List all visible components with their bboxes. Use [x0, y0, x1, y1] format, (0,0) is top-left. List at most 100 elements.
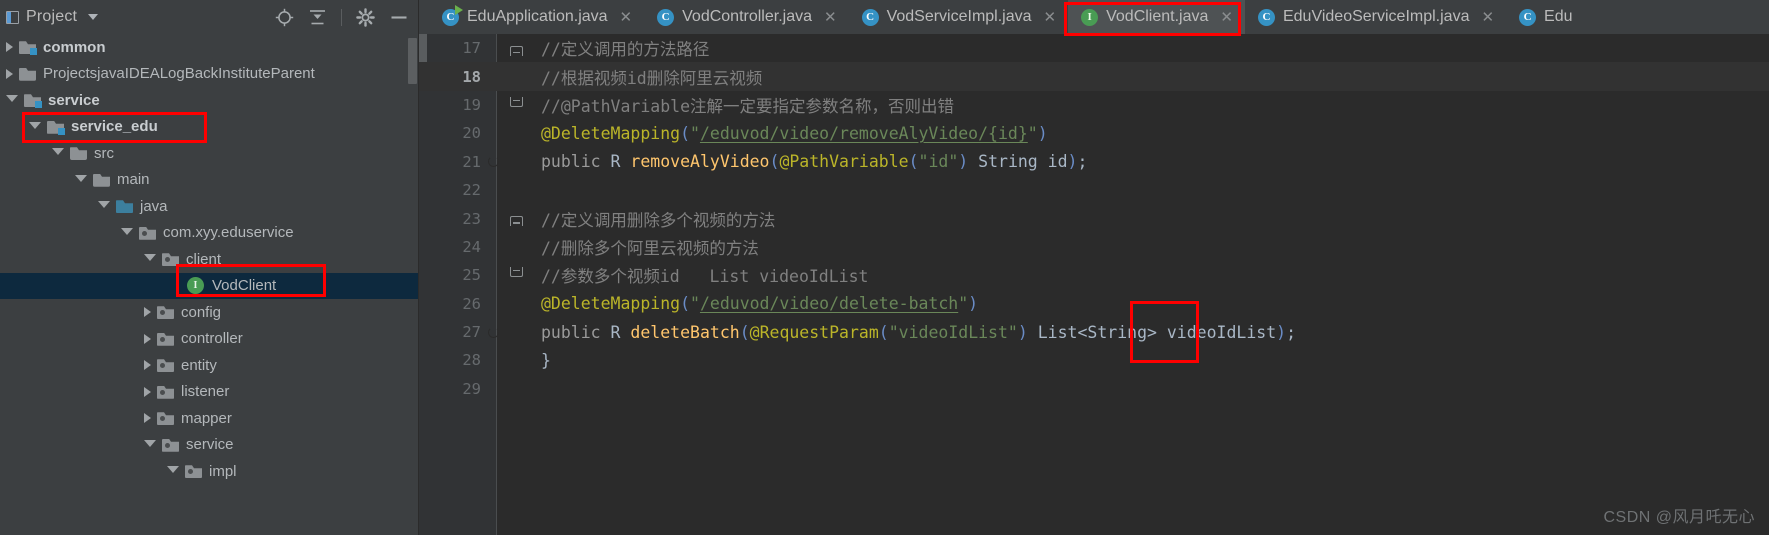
tab-edu[interactable]: C Edu — [1506, 0, 1584, 34]
project-title-group[interactable]: Project — [0, 8, 99, 26]
tree-node-impl[interactable]: impl — [0, 458, 419, 485]
chevron-down-icon[interactable] — [88, 14, 99, 20]
code-line[interactable]: 26 @DeleteMapping("/eduvod/video/delete-b… — [419, 290, 1769, 318]
package-icon — [157, 385, 174, 399]
folder-icon — [19, 67, 36, 81]
source-root-folder-icon — [116, 199, 133, 213]
code-line[interactable]: 17 //定义调用的方法路径 — [419, 34, 1769, 62]
chevron-down-icon[interactable] — [52, 148, 64, 160]
chevron-right-icon[interactable] — [6, 68, 13, 79]
tab-vodcontroller-java[interactable]: C VodController.java ✕ — [644, 0, 848, 34]
tree-node-listener[interactable]: listener — [0, 379, 419, 406]
close-icon[interactable]: ✕ — [1481, 8, 1494, 26]
tab-eduapplication-java[interactable]: C EduApplication.java ✕ — [429, 0, 644, 34]
editor-tab-bar[interactable]: C EduApplication.java ✕ C VodController.java… — [419, 0, 1769, 34]
chevron-right-icon[interactable] — [144, 360, 151, 371]
chevron-down-icon[interactable] — [144, 439, 156, 452]
tree-node-label: controller — [181, 330, 243, 348]
tree-node-service[interactable]: service — [0, 87, 419, 114]
implemented-method-icon[interactable] — [485, 324, 502, 341]
line-number: 29 — [462, 379, 481, 398]
line-number: 24 — [462, 237, 481, 256]
tree-node-vodclient[interactable]: I VodClient — [0, 272, 419, 299]
locate-icon[interactable] — [275, 8, 294, 27]
code-line[interactable]: 27 public R deleteBatch(@RequestParam("vi… — [419, 318, 1769, 346]
close-icon[interactable]: ✕ — [620, 8, 633, 26]
runnable-class-icon: C — [442, 4, 463, 26]
code-editor[interactable]: 17 //定义调用的方法路径 18 //根据视频id删除阿里云视频 19 //@PathV… — [419, 34, 1769, 535]
tab-vodserviceimpl-java[interactable]: C VodServiceImpl.java ✕ — [849, 0, 1069, 34]
code-line[interactable]: 25 //参数多个视频id List videoIdList — [419, 261, 1769, 289]
line-number: 18 — [462, 67, 481, 86]
project-tree-scrollbar[interactable] — [408, 38, 417, 84]
tree-node-service[interactable]: service — [0, 432, 419, 459]
code-line[interactable]: 24 //删除多个阿里云视频的方法 — [419, 233, 1769, 261]
tree-node-mapper[interactable]: mapper — [0, 405, 419, 432]
code-line[interactable]: 21 public R removeAlyVideo(@PathVariable(… — [419, 148, 1769, 176]
module-folder-icon — [47, 120, 65, 135]
chevron-right-icon[interactable] — [6, 42, 13, 53]
tree-node-service-edu[interactable]: service_edu — [0, 114, 419, 141]
close-icon[interactable]: ✕ — [1220, 8, 1233, 26]
tree-node-main[interactable]: main — [0, 167, 419, 194]
project-title-label: Project — [26, 8, 78, 25]
code-text: @DeleteMapping("/eduvod/video/delete-bat… — [541, 294, 979, 314]
tree-node-label: common — [43, 38, 106, 56]
tree-node-label: client — [186, 250, 222, 268]
code-line[interactable]: 18 //根据视频id删除阿里云视频 — [419, 62, 1769, 91]
chevron-down-icon[interactable] — [121, 227, 133, 240]
code-text: //根据视频id删除阿里云视频 — [541, 68, 763, 88]
code-fold-marker[interactable] — [510, 96, 523, 107]
minimize-icon[interactable] — [389, 8, 409, 27]
idea-window: Project common ProjectsjavaIDEALogBackIn… — [0, 0, 1769, 535]
code-line[interactable]: 22 — [419, 176, 1769, 204]
tree-node-config[interactable]: config — [0, 299, 419, 326]
project-tree[interactable]: common ProjectsjavaIDEALogBackInstitutePa… — [0, 34, 419, 535]
code-lines[interactable]: 17 //定义调用的方法路径 18 //根据视频id删除阿里云视频 19 //@PathV… — [419, 34, 1769, 403]
tree-node-entity[interactable]: entity — [0, 352, 419, 379]
code-line[interactable]: 29 — [419, 375, 1769, 403]
tab-label: EduVideoServiceImpl.java — [1282, 8, 1470, 25]
code-line[interactable]: 28} — [419, 346, 1769, 374]
close-icon[interactable]: ✕ — [1044, 8, 1057, 26]
chevron-down-icon[interactable] — [6, 95, 18, 107]
package-icon — [157, 411, 174, 425]
code-text: @DeleteMapping("/eduvod/video/removeAlyV… — [541, 123, 1048, 143]
collapse-all-icon[interactable] — [308, 8, 327, 27]
tree-node-client[interactable]: client — [0, 246, 419, 273]
code-fold-marker[interactable] — [510, 216, 523, 227]
chevron-down-icon[interactable] — [29, 121, 41, 134]
code-line[interactable]: 19 //@PathVariable注解一定要指定参数名称，否则出错 — [419, 91, 1769, 119]
code-fold-marker[interactable] — [510, 46, 523, 56]
tree-node-com-xyy-eduservice[interactable]: com.xyy.eduservice — [0, 220, 419, 247]
chevron-right-icon[interactable] — [144, 386, 151, 397]
gear-icon[interactable] — [356, 7, 375, 27]
chevron-down-icon[interactable] — [75, 174, 87, 187]
tree-node-controller[interactable]: controller — [0, 326, 419, 353]
chevron-down-icon[interactable] — [167, 466, 179, 478]
tree-node-label: src — [94, 144, 114, 162]
chevron-down-icon[interactable] — [98, 201, 110, 213]
code-text: //定义调用的方法路径 — [541, 40, 710, 60]
csdn-watermark: CSDN @风月吒无心 — [1603, 509, 1755, 526]
tree-node-label: service_edu — [71, 118, 158, 136]
tree-node-projectsjavaidealogbackinstituteparent[interactable]: ProjectsjavaIDEALogBackInstituteParent — [0, 61, 419, 88]
chevron-right-icon[interactable] — [144, 333, 151, 344]
tree-node-java[interactable]: java — [0, 193, 419, 220]
tab-eduvideoserviceimpl-java[interactable]: C EduVideoServiceImpl.java ✕ — [1245, 0, 1506, 34]
tab-label: VodController.java — [682, 8, 812, 25]
chevron-down-icon[interactable] — [144, 254, 156, 266]
chevron-right-icon[interactable] — [144, 307, 151, 318]
package-icon — [139, 226, 156, 240]
tree-node-common[interactable]: common — [0, 34, 419, 61]
tree-node-label: service — [186, 436, 234, 454]
tree-node-label: ProjectsjavaIDEALogBackInstituteParent — [43, 65, 315, 83]
code-line[interactable]: 23 //定义调用删除多个视频的方法 — [419, 204, 1769, 232]
code-fold-marker[interactable] — [510, 267, 523, 278]
implemented-method-icon[interactable] — [485, 153, 502, 170]
close-icon[interactable]: ✕ — [824, 8, 837, 26]
chevron-right-icon[interactable] — [144, 413, 151, 424]
code-line[interactable]: 20 @DeleteMapping("/eduvod/video/removeAl… — [419, 119, 1769, 147]
tab-vodclient-java[interactable]: I VodClient.java ✕ — [1068, 0, 1245, 34]
tree-node-src[interactable]: src — [0, 140, 419, 167]
